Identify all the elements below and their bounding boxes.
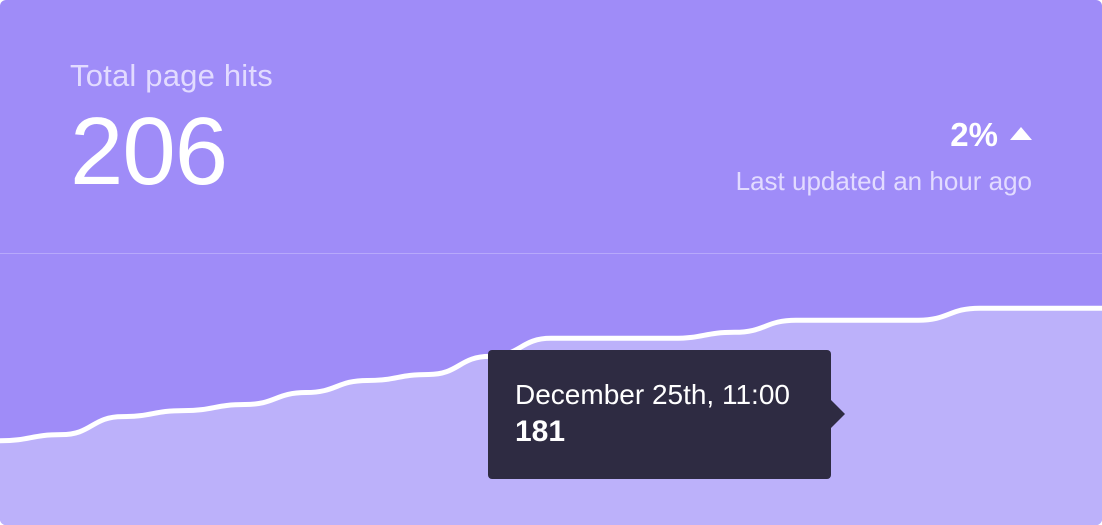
chart-point[interactable] (57, 431, 65, 439)
chart-point[interactable] (547, 334, 555, 342)
chart-point[interactable] (669, 334, 677, 342)
chart-point[interactable] (241, 401, 249, 409)
chart-point[interactable] (853, 316, 861, 324)
card-title: Total page hits (70, 58, 273, 93)
page-hits-card: Total page hits 206 2% Last updated an h… (0, 0, 1102, 525)
arrow-up-icon (1010, 126, 1032, 140)
chart-point[interactable] (792, 316, 800, 324)
tooltip-value: 181 (515, 415, 566, 448)
tooltip-date: December 25th, 11:00 (515, 379, 790, 410)
chart-point[interactable] (425, 370, 433, 378)
chart-point[interactable] (731, 328, 739, 336)
chart-point[interactable] (976, 304, 984, 312)
card-header: Total page hits 206 2% Last updated an h… (0, 0, 1102, 253)
chart-point[interactable] (914, 316, 922, 324)
last-updated-text: Last updated an hour ago (735, 166, 1032, 196)
total-hits-value: 206 (70, 98, 228, 205)
chart-point[interactable] (608, 334, 616, 342)
chart-point[interactable] (118, 413, 126, 421)
chart-point[interactable] (180, 407, 188, 415)
chart-tooltip: December 25th, 11:00 181 (488, 350, 845, 479)
change-percentage: 2% (950, 116, 998, 153)
chart-point[interactable] (1037, 304, 1045, 312)
chart-point[interactable] (363, 376, 371, 384)
change-indicator: 2% (950, 116, 1032, 154)
chart-point[interactable] (302, 389, 310, 397)
